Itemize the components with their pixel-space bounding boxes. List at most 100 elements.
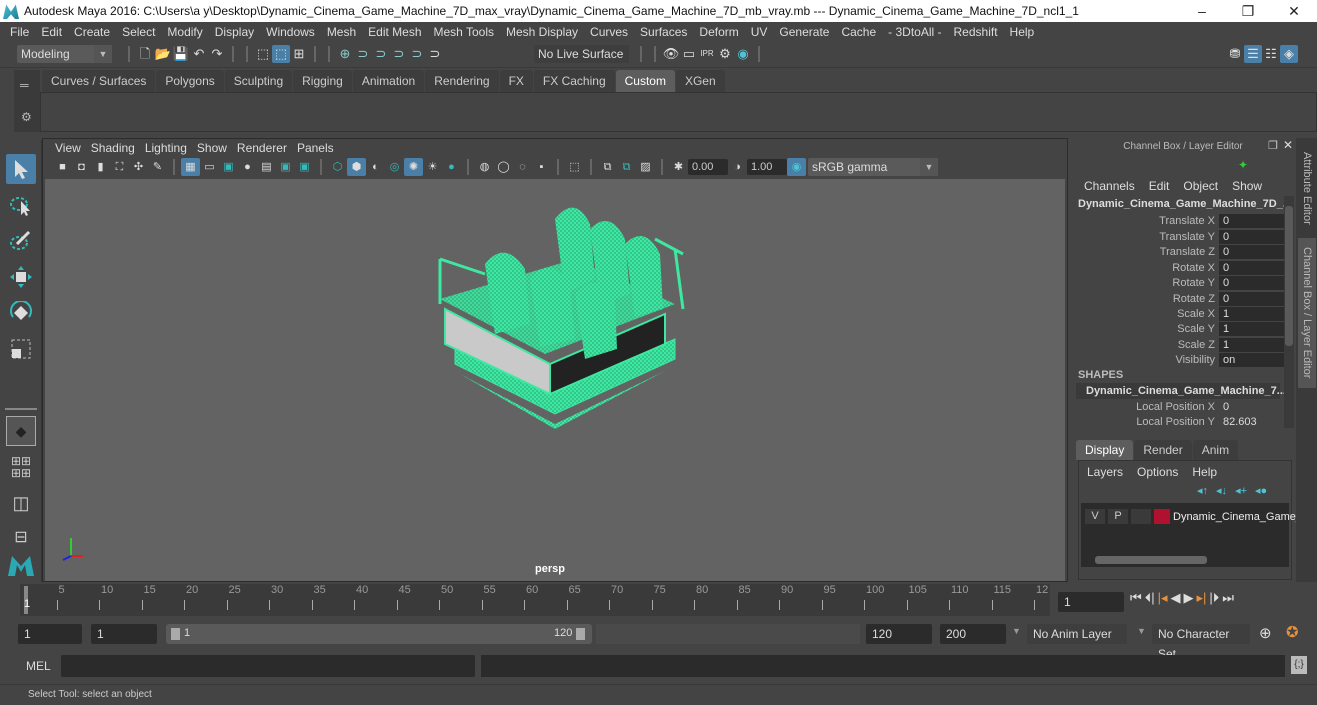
- snap-surface-icon[interactable]: ⊃: [408, 45, 426, 63]
- film-gate-icon[interactable]: ▭: [200, 158, 219, 176]
- restore-button[interactable]: ❐: [1225, 3, 1271, 20]
- scale-tool-icon[interactable]: [6, 334, 36, 364]
- textured-icon[interactable]: ◎: [385, 158, 404, 176]
- select-component-icon[interactable]: ⊞: [290, 45, 308, 63]
- range-end-handle[interactable]: [576, 628, 585, 640]
- isolate-select-icon[interactable]: ▪: [532, 158, 551, 176]
- new-scene-icon[interactable]: 🗋: [136, 45, 154, 63]
- attribute-editor-tab[interactable]: Attribute Editor: [1298, 146, 1316, 231]
- range-start-handle[interactable]: [171, 628, 180, 640]
- animation-preferences-icon[interactable]: ✪: [1286, 623, 1299, 641]
- layer-tab-render[interactable]: Render: [1134, 440, 1192, 460]
- menu-create[interactable]: Create: [68, 25, 116, 39]
- vp-menu-lighting[interactable]: Lighting: [141, 141, 193, 155]
- color-space-dropdown[interactable]: sRGB gamma ▼: [808, 158, 938, 176]
- channel-rotate-x[interactable]: Rotate X0: [1076, 260, 1284, 275]
- single-perspective-layout-icon[interactable]: ◆: [6, 416, 36, 446]
- field-chart-icon[interactable]: ▤: [257, 158, 276, 176]
- menu-help[interactable]: Help: [1004, 25, 1041, 39]
- smooth-shade-icon[interactable]: ⬢: [347, 158, 366, 176]
- exposure-icon[interactable]: ✱: [669, 158, 688, 176]
- rotate-tool-icon[interactable]: [6, 298, 36, 328]
- mode-selector[interactable]: Modeling ▼: [17, 45, 112, 63]
- shelf-tab-sculpting[interactable]: Sculpting: [224, 70, 293, 92]
- xray-active-icon[interactable]: ⧉: [617, 158, 636, 176]
- cb-menu-show[interactable]: Show: [1232, 179, 1262, 193]
- channel-visibility[interactable]: Visibility on: [1076, 352, 1284, 367]
- cb-menu-edit[interactable]: Edit: [1149, 179, 1170, 193]
- channel-scale-z[interactable]: Scale Z1: [1076, 337, 1284, 352]
- vp-menu-view[interactable]: View: [51, 141, 87, 155]
- menu-file[interactable]: File: [4, 25, 35, 39]
- shape-name[interactable]: Dynamic_Cinema_Game_Machine_7...: [1076, 383, 1286, 399]
- channel-scale-y[interactable]: Scale Y1: [1076, 321, 1284, 336]
- script-editor-icon[interactable]: {;}: [1291, 656, 1307, 674]
- gate-mask-icon[interactable]: ●: [238, 158, 257, 176]
- shelf-tab-rendering[interactable]: Rendering: [425, 70, 499, 92]
- menu-mesh[interactable]: Mesh: [321, 25, 362, 39]
- channel-box-scrollbar[interactable]: [1284, 196, 1294, 428]
- play-backwards-icon[interactable]: ◀: [1171, 590, 1181, 606]
- redo-icon[interactable]: ↷: [208, 45, 226, 63]
- live-surface-field[interactable]: No Live Surface: [534, 45, 629, 63]
- menu-uv[interactable]: UV: [745, 25, 774, 39]
- vp-menu-renderer[interactable]: Renderer: [233, 141, 293, 155]
- ipr-render-icon[interactable]: IPR: [698, 45, 716, 63]
- layer-playback-toggle[interactable]: P: [1108, 509, 1128, 524]
- step-back-frame-icon[interactable]: ⏴|: [1145, 590, 1155, 606]
- shelf-tab-polygons[interactable]: Polygons: [156, 70, 224, 92]
- layer-horizontal-scrollbar[interactable]: [1083, 555, 1287, 565]
- grease-pencil-icon[interactable]: ✎: [148, 158, 167, 176]
- menu-generate[interactable]: Generate: [773, 25, 835, 39]
- shelf-settings-icon[interactable]: ⚙: [21, 110, 32, 124]
- depth-of-field-icon[interactable]: ◌: [513, 158, 532, 176]
- wireframe-on-shaded-icon[interactable]: ◐: [366, 158, 385, 176]
- character-set-dropdown[interactable]: No Character Set: [1152, 624, 1250, 661]
- move-layer-up-icon[interactable]: ◂↑: [1197, 484, 1208, 497]
- shelf-tab-rigging[interactable]: Rigging: [293, 70, 352, 92]
- end-time-field[interactable]: 200: [940, 624, 1006, 644]
- new-layer-selected-icon[interactable]: ◂●: [1255, 484, 1267, 497]
- step-forward-key-icon[interactable]: ▸|: [1197, 590, 1207, 606]
- shelf-tab-fx[interactable]: FX: [499, 70, 533, 92]
- shelf-tab-fx-caching[interactable]: FX Caching: [533, 70, 615, 92]
- image-plane-icon[interactable]: ⛶: [110, 158, 129, 176]
- menu-edit[interactable]: Edit: [35, 25, 68, 39]
- anti-aliasing-icon[interactable]: ◯: [494, 158, 513, 176]
- grid-icon[interactable]: ▦: [181, 158, 200, 176]
- range-slider[interactable]: 1 120: [166, 624, 592, 644]
- mel-command-input[interactable]: [61, 655, 475, 677]
- gamma-field[interactable]: 1.00: [747, 159, 787, 175]
- time-slider[interactable]: 1 5 10 15 20 25 30 35 40 45 50 55 60 65 70 75 80 85 90 95 1…: [20, 584, 1050, 616]
- shelf-tab-curves-surfaces[interactable]: Curves / Surfaces: [42, 70, 156, 92]
- shelf-tab-animation[interactable]: Animation: [352, 70, 425, 92]
- snap-view-plane-icon[interactable]: ⊃: [390, 45, 408, 63]
- backface-culling-icon[interactable]: ▨: [636, 158, 655, 176]
- menu-display[interactable]: Display: [209, 25, 260, 39]
- four-view-layout-icon[interactable]: ⊞⊞ ⊞⊞: [6, 452, 36, 482]
- lasso-tool-icon[interactable]: [6, 190, 36, 220]
- use-all-lights-icon[interactable]: ✺: [404, 158, 423, 176]
- layer-menu-options[interactable]: Options: [1137, 465, 1178, 479]
- layer-tab-display[interactable]: Display: [1076, 440, 1134, 460]
- channel-translate-x[interactable]: Translate X0: [1076, 213, 1284, 228]
- exposure-field[interactable]: 0.00: [688, 159, 728, 175]
- menu-surfaces[interactable]: Surfaces: [634, 25, 693, 39]
- menu-edit-mesh[interactable]: Edit Mesh: [362, 25, 427, 39]
- vp-menu-shading[interactable]: Shading: [87, 141, 141, 155]
- close-panel-icon[interactable]: ✕: [1283, 138, 1293, 152]
- layer-name[interactable]: Dynamic_Cinema_Game_: [1173, 511, 1302, 523]
- go-to-end-icon[interactable]: ⏭: [1222, 590, 1234, 606]
- persp-graph-layout-icon[interactable]: ⊟: [6, 522, 36, 552]
- menu-deform[interactable]: Deform: [693, 25, 744, 39]
- resolution-gate-icon[interactable]: ▣: [219, 158, 238, 176]
- menu-curves[interactable]: Curves: [584, 25, 634, 39]
- gamma-icon[interactable]: ◑: [728, 158, 747, 176]
- menu-windows[interactable]: Windows: [260, 25, 321, 39]
- channel-rotate-z[interactable]: Rotate Z0: [1076, 291, 1284, 306]
- xray-joints-icon[interactable]: ⧉: [598, 158, 617, 176]
- motion-blur-icon[interactable]: ◍: [475, 158, 494, 176]
- chevron-down-icon[interactable]: ▼: [1137, 626, 1146, 636]
- render-settings-icon[interactable]: ⚙: [716, 45, 734, 63]
- channel-rotate-y[interactable]: Rotate Y0: [1076, 275, 1284, 290]
